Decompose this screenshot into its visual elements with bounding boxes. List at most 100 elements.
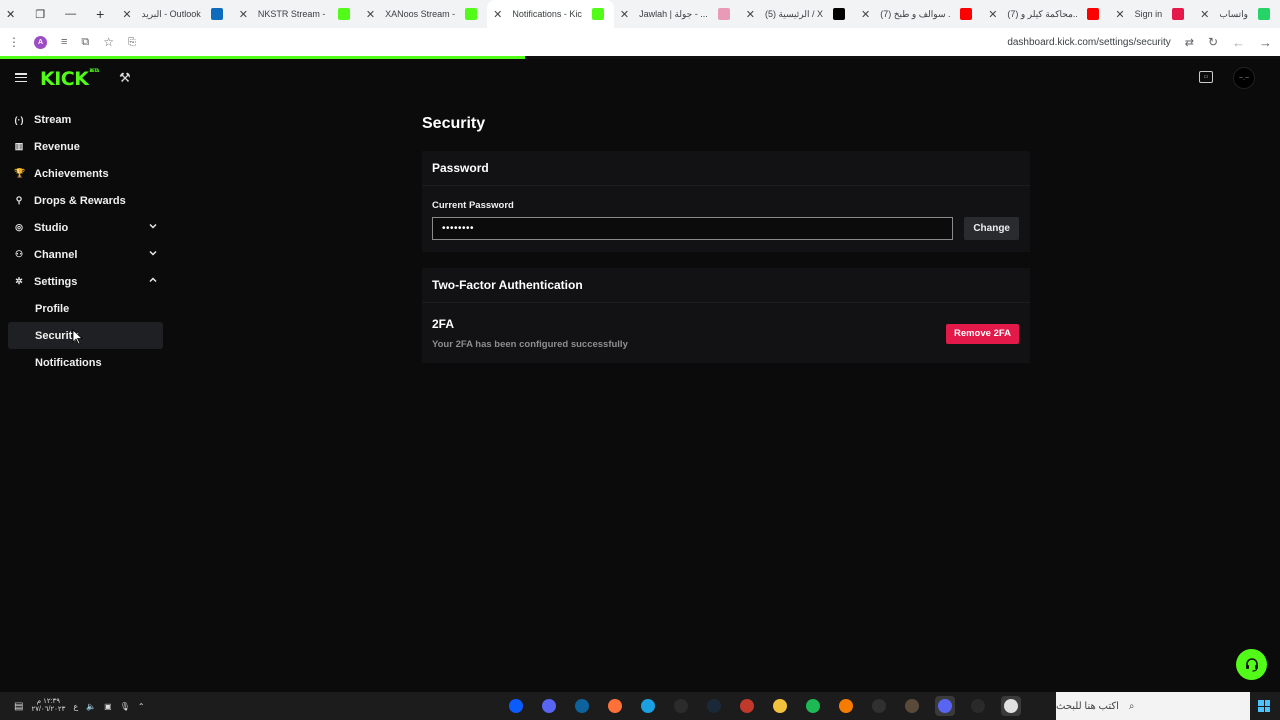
close-tab-icon[interactable]: ✕ bbox=[493, 8, 502, 21]
reading-list-icon[interactable]: ≡ bbox=[61, 36, 67, 48]
sidebar-item-stream[interactable]: (·) Stream bbox=[8, 106, 163, 133]
sidebar-item-drops-rewards[interactable]: ⚲ Drops & Rewards bbox=[8, 187, 163, 214]
browser-tab-title: Notifications - Kic bbox=[512, 9, 582, 19]
sync-icon[interactable] bbox=[671, 696, 691, 716]
volume-icon[interactable]: 🔈 bbox=[86, 702, 96, 711]
restore-window-icon[interactable]: ❐ bbox=[35, 8, 45, 21]
close-tab-icon[interactable]: ✕ bbox=[366, 8, 375, 21]
discord-icon[interactable] bbox=[935, 696, 955, 716]
notifications-icon[interactable]: ▤ bbox=[14, 701, 23, 712]
extensions-icon[interactable]: ⧉ bbox=[81, 36, 89, 49]
jawlah-icon bbox=[717, 8, 730, 20]
show-hidden-icons-icon[interactable]: ⌃ bbox=[138, 702, 145, 711]
sidebar-item-achievements[interactable]: 🏆 Achievements bbox=[8, 160, 163, 187]
aimp-icon[interactable] bbox=[836, 696, 856, 716]
gear-icon: ✲ bbox=[15, 276, 23, 286]
network-icon[interactable]: ▣ bbox=[104, 702, 112, 711]
revenue-icon: ▥ bbox=[14, 141, 24, 151]
close-tab-icon[interactable]: ✕ bbox=[239, 8, 248, 21]
sidebar-subitem-notifications[interactable]: Notifications bbox=[8, 349, 163, 376]
browser-tab-title: البريد - Outlook bbox=[141, 8, 201, 19]
close-tab-icon[interactable]: ✕ bbox=[1200, 8, 1209, 21]
sidebar-subitem-profile[interactable]: Profile bbox=[8, 295, 163, 322]
channel-icon: ⚇ bbox=[14, 249, 24, 259]
current-password-field[interactable]: •••••••• bbox=[432, 217, 954, 240]
browser-tab[interactable]: (5) الرئيسية / X ✕ bbox=[740, 0, 855, 28]
microphone-icon[interactable]: 🎙 bbox=[120, 702, 130, 711]
browser-tab[interactable]: البريد - Outlook ✕ bbox=[116, 0, 232, 28]
keyboard-language[interactable]: ع bbox=[73, 702, 78, 711]
window-controls: ✕ ❐ — + bbox=[0, 6, 104, 22]
new-tab-button[interactable]: + bbox=[96, 6, 104, 22]
epic-icon[interactable] bbox=[968, 696, 988, 716]
browser-tab[interactable]: Sign in ✕ bbox=[1109, 0, 1194, 28]
back-icon[interactable]: ← bbox=[1232, 35, 1245, 50]
sidebar-subitem-security[interactable]: Security bbox=[8, 322, 163, 349]
edge-icon[interactable] bbox=[638, 696, 658, 716]
clock[interactable]: ١٢:٣٩ م ٢٧/٠٦/٢٠٢٣ bbox=[31, 698, 65, 714]
kick-logo[interactable]: KICKBETA bbox=[40, 68, 99, 90]
minimize-window-icon[interactable]: — bbox=[65, 8, 76, 20]
folder-icon[interactable] bbox=[770, 696, 790, 716]
mic-app-icon[interactable] bbox=[539, 696, 559, 716]
forward-icon[interactable]: → bbox=[1259, 35, 1272, 50]
address-bar-url[interactable]: dashboard.kick.com/settings/security bbox=[1007, 37, 1170, 48]
steam-icon[interactable] bbox=[704, 696, 724, 716]
chevron-down-icon[interactable] bbox=[149, 249, 157, 257]
profile-avatar[interactable]: A bbox=[34, 35, 47, 49]
windows-start-icon[interactable] bbox=[1258, 700, 1270, 712]
browser-tab-title: Sign in bbox=[1134, 9, 1163, 19]
preview-icon[interactable]: ▭ bbox=[1199, 71, 1213, 83]
browser-tab[interactable]: (7) سوالف و طبخ ... ✕ bbox=[855, 0, 982, 28]
browser-tab[interactable]: Jawlah | جولة - ... ✕ bbox=[614, 0, 740, 28]
two-factor-card: Two-Factor Authentication 2FA Your 2FA h… bbox=[422, 268, 1030, 363]
obs-icon[interactable] bbox=[869, 696, 889, 716]
sidebar-item-label: Settings bbox=[34, 275, 78, 288]
chrome-icon[interactable] bbox=[1001, 696, 1021, 716]
browser-tab-title: (7) محاكمة كيلر و... bbox=[1007, 8, 1077, 19]
game-icon[interactable] bbox=[902, 696, 922, 716]
taskview-icon[interactable] bbox=[1034, 696, 1054, 716]
close-tab-icon[interactable]: ✕ bbox=[1115, 8, 1124, 21]
close-tab-icon[interactable]: ✕ bbox=[861, 8, 870, 21]
spotify-icon[interactable] bbox=[803, 696, 823, 716]
search-icon: ⌕ bbox=[1128, 700, 1135, 712]
chevron-down-icon[interactable] bbox=[149, 222, 157, 230]
reload-icon[interactable]: ↻ bbox=[1208, 35, 1218, 49]
chat-icon[interactable] bbox=[506, 696, 526, 716]
bookmark-star-icon[interactable]: ☆ bbox=[103, 35, 114, 49]
firefox-icon[interactable] bbox=[605, 696, 625, 716]
translate-icon[interactable]: ⎘ bbox=[128, 37, 136, 48]
browser-tab[interactable]: (7) محاكمة كيلر و... ✕ bbox=[982, 0, 1109, 28]
system-tray: ▤ ١٢:٣٩ م ٢٧/٠٦/٢٠٢٣ ع 🔈 ▣ 🎙 ⌃ bbox=[14, 692, 145, 720]
voicemeeter-icon[interactable] bbox=[737, 696, 757, 716]
remove-2fa-button[interactable]: Remove 2FA bbox=[945, 323, 1019, 344]
close-tab-icon[interactable]: ✕ bbox=[988, 8, 997, 21]
taskbar-search[interactable]: ⌕ اكتب هنا للبحث bbox=[1056, 692, 1250, 720]
sidebar-item-channel[interactable]: ⚇ Channel bbox=[8, 241, 163, 268]
sidebar-item-studio[interactable]: ◎ Studio bbox=[8, 214, 163, 241]
sidebar-item-revenue[interactable]: ▥ Revenue bbox=[8, 133, 163, 160]
vscode-icon[interactable] bbox=[572, 696, 592, 716]
sidebar-item-settings[interactable]: ✲ Settings bbox=[8, 268, 163, 295]
close-tab-icon[interactable]: ✕ bbox=[746, 8, 755, 21]
browser-tab[interactable]: واتساب ✕ bbox=[1194, 0, 1280, 28]
close-tab-icon[interactable]: ✕ bbox=[620, 8, 629, 21]
user-avatar[interactable]: ~.~ bbox=[1233, 67, 1255, 89]
browser-tab[interactable]: XANoos Stream - ... ✕ bbox=[360, 0, 487, 28]
close-window-icon[interactable]: ✕ bbox=[6, 8, 15, 21]
change-password-button[interactable]: Change bbox=[964, 217, 1019, 240]
hammer-icon[interactable]: ⚒ bbox=[119, 70, 131, 86]
browser-tab[interactable]: Notifications - Kic ✕ bbox=[487, 0, 614, 28]
drops-icon: ⚲ bbox=[15, 195, 23, 205]
browser-tab[interactable]: NKSTR Stream - V ✕ bbox=[233, 0, 360, 28]
chevron-up-icon[interactable] bbox=[149, 276, 157, 284]
site-settings-icon[interactable]: ⇄ bbox=[1185, 36, 1194, 49]
menu-dots-icon[interactable]: ⋮ bbox=[8, 35, 20, 49]
outlook-icon bbox=[210, 8, 223, 20]
support-chat-icon[interactable] bbox=[1236, 649, 1267, 680]
sidebar-item-label: Drops & Rewards bbox=[34, 194, 126, 207]
browser-tab-title: Jawlah | جولة - ... bbox=[639, 8, 708, 19]
hamburger-menu-icon[interactable] bbox=[15, 73, 27, 82]
close-tab-icon[interactable]: ✕ bbox=[122, 8, 131, 21]
